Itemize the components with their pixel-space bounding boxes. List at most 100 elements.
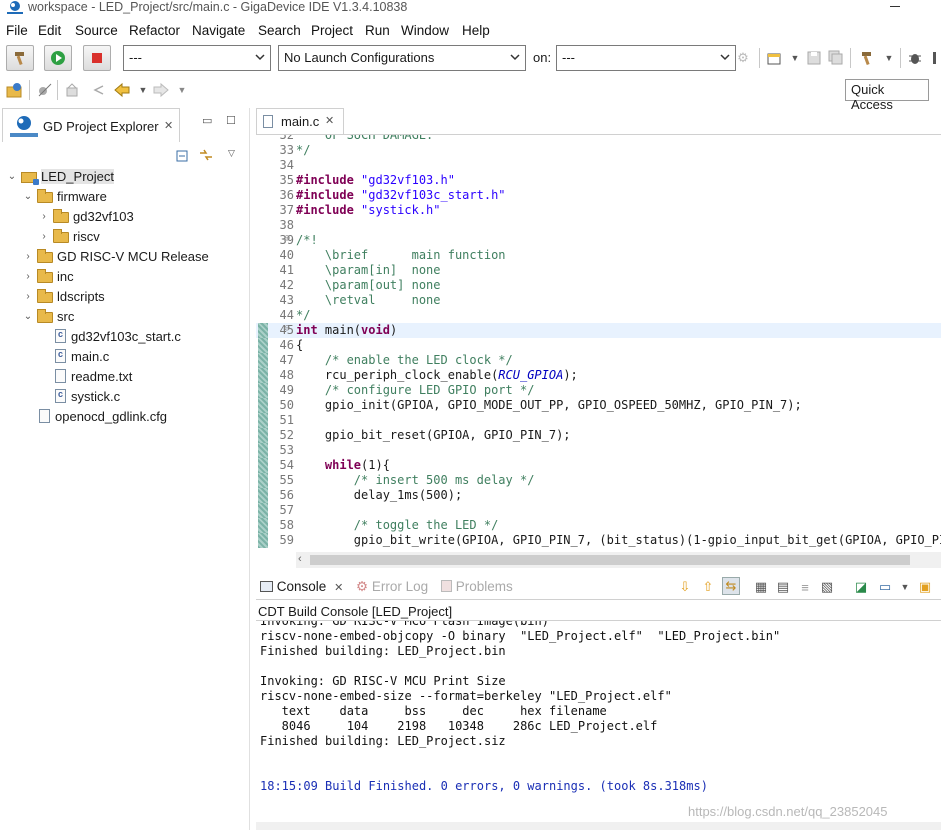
expanded-chevron-icon[interactable]: ⌄ <box>22 311 34 322</box>
expanded-chevron-icon[interactable]: ⌄ <box>22 191 34 202</box>
code-line: 57 <box>256 503 941 518</box>
console-panel: Console ✕ ⚙ Error Log Problems ⇩ ⇧ ⇆ ▦ ▤… <box>256 574 941 830</box>
tree-item-label: ldscripts <box>57 288 105 304</box>
maximize-view-icon[interactable]: ☐ <box>226 114 236 127</box>
dropdown-arrow-icon[interactable]: ▼ <box>173 81 191 99</box>
tree-item-ldscripts[interactable]: › ldscripts <box>22 286 105 306</box>
menu-navigate[interactable]: Navigate <box>192 23 245 38</box>
menu-file[interactable]: File <box>6 23 28 38</box>
collapsed-chevron-icon[interactable]: › <box>22 291 34 302</box>
collapsed-chevron-icon[interactable]: › <box>38 211 50 222</box>
tab-gd-project-explorer[interactable]: GD Project Explorer ✕ <box>2 108 180 142</box>
fold-toggle-icon[interactable]: ⊖ <box>284 323 290 334</box>
tree-item-inc[interactable]: › inc <box>22 266 74 286</box>
menu-source[interactable]: Source <box>75 23 118 38</box>
menu-run[interactable]: Run <box>365 23 390 38</box>
tree-item-label: systick.c <box>71 388 121 404</box>
fold-toggle-icon[interactable]: ⊖ <box>284 233 290 244</box>
expanded-chevron-icon[interactable]: ⌄ <box>6 171 18 182</box>
run-button[interactable] <box>44 45 72 71</box>
code-line: 52 gpio_bit_reset(GPIOA, GPIO_PIN_7); <box>256 428 941 443</box>
folder-icon <box>37 248 53 263</box>
new-console-icon[interactable]: ▣ <box>916 578 934 596</box>
pin-console-icon[interactable]: ▦ <box>752 578 770 596</box>
dropdown-arrow-icon[interactable]: ▼ <box>880 49 898 67</box>
scroll-up-arrow-icon[interactable]: ⇧ <box>699 578 717 596</box>
collapsed-chevron-icon[interactable]: › <box>22 251 34 262</box>
menu-help[interactable]: Help <box>462 23 490 38</box>
last-edit-location-icon[interactable] <box>63 81 81 99</box>
open-perspective-icon[interactable] <box>6 81 24 99</box>
build-button[interactable] <box>6 45 34 71</box>
tree-item-systick-c[interactable]: systick.c <box>50 386 120 406</box>
collapse-all-icon[interactable] <box>176 148 190 165</box>
menu-window[interactable]: Window <box>401 23 449 38</box>
quick-access-field[interactable]: Quick Access <box>845 79 929 112</box>
monitor-icon[interactable]: ▭ <box>876 578 894 596</box>
menu-refactor[interactable]: Refactor <box>129 23 180 38</box>
scrollbar-thumb[interactable] <box>310 555 910 565</box>
gear-icon[interactable]: ⚙ <box>734 49 752 67</box>
tree-item-src[interactable]: ⌄ src <box>22 306 74 326</box>
tab-error-log[interactable]: ⚙ Error Log <box>356 579 428 595</box>
folder-icon <box>37 188 53 203</box>
code-line: 50 gpio_init(GPIOA, GPIO_MODE_OUT_PP, GP… <box>256 398 941 413</box>
skip-breakpoints-icon[interactable] <box>36 81 54 99</box>
console-output[interactable]: Invoking: GD RISC-V MCU Flash Image(bin)… <box>256 620 941 820</box>
link-with-editor-icon[interactable] <box>198 148 214 165</box>
menu-project[interactable]: Project <box>311 23 353 38</box>
tree-item-firmware[interactable]: ⌄ firmware <box>22 186 107 206</box>
new-window-icon[interactable] <box>766 49 784 67</box>
view-menu-chevron-icon[interactable]: ▽ <box>228 148 235 159</box>
tree-item-led-project[interactable]: ⌄ LED_Project <box>6 166 114 186</box>
tree-item-main-c[interactable]: main.c <box>50 346 109 366</box>
dropdown-arrow-icon[interactable]: ▼ <box>134 81 152 99</box>
launch-config-combo[interactable]: No Launch Configurations <box>278 45 526 71</box>
scroll-lock-icon[interactable]: ⇆ <box>722 577 740 595</box>
launch-mode-value: --- <box>129 50 142 65</box>
close-icon[interactable]: ✕ <box>334 582 343 594</box>
tab-problems[interactable]: Problems <box>441 579 513 594</box>
launch-target-combo[interactable]: --- <box>556 45 736 71</box>
open-console-icon[interactable]: ◪ <box>852 578 870 596</box>
tree-item-gd32vf103[interactable]: › gd32vf103 <box>38 206 134 226</box>
back-arrow-icon[interactable] <box>113 81 131 99</box>
scroll-down-arrow-icon[interactable]: ⇩ <box>676 578 694 596</box>
build-hammer-icon[interactable] <box>858 49 876 67</box>
minimize-view-icon[interactable]: ▭ <box>202 114 212 127</box>
tree-item-openocd-gdlink-cfg[interactable]: openocd_gdlink.cfg <box>34 406 167 426</box>
change-marker <box>258 338 268 353</box>
code-area[interactable]: 32 OF SUCH DAMAGE. 33 */ 34 35 #include "g… <box>256 134 941 550</box>
dropdown-arrow-icon[interactable]: ▼ <box>896 578 914 596</box>
minimize-button[interactable] <box>886 0 906 14</box>
view-menu-icon[interactable] <box>926 49 941 67</box>
tree-item-readme-txt[interactable]: readme.txt <box>50 366 132 386</box>
menu-edit[interactable]: Edit <box>38 23 61 38</box>
tree-item-gd32vf103c-start-c[interactable]: gd32vf103c_start.c <box>50 326 181 346</box>
change-marker <box>258 428 268 443</box>
scroll-left-icon[interactable]: ‹ <box>298 553 302 565</box>
collapsed-chevron-icon[interactable]: › <box>22 271 34 282</box>
collapsed-chevron-icon[interactable]: › <box>38 231 50 242</box>
console-horizontal-scrollbar[interactable] <box>256 822 941 830</box>
tab-main-c[interactable]: main.c ✕ <box>256 108 344 134</box>
back-history-icon[interactable] <box>90 81 108 99</box>
menu-search[interactable]: Search <box>258 23 301 38</box>
tree-item-gd-riscv-mcu-release[interactable]: › GD RISC-V MCU Release <box>22 246 209 266</box>
debug-bug-icon[interactable] <box>906 49 924 67</box>
dropdown-arrow-icon[interactable]: ▼ <box>786 49 804 67</box>
stop-button[interactable] <box>83 45 111 71</box>
tab-console[interactable]: Console ✕ <box>260 579 344 594</box>
save-icon[interactable] <box>805 49 823 67</box>
close-icon[interactable]: ✕ <box>164 119 173 132</box>
display-selected-console-icon[interactable]: ▤ <box>774 578 792 596</box>
stop-icon <box>92 53 102 63</box>
close-icon[interactable]: ✕ <box>325 114 334 127</box>
save-all-icon[interactable] <box>827 49 845 67</box>
clear-console-icon[interactable]: ▧ <box>818 578 836 596</box>
launch-mode-combo[interactable]: --- <box>123 45 271 71</box>
word-wrap-icon[interactable]: ≡ <box>796 578 814 596</box>
forward-arrow-icon[interactable] <box>152 81 170 99</box>
tree-item-riscv[interactable]: › riscv <box>38 226 100 246</box>
editor-horizontal-scrollbar[interactable]: ‹ <box>296 552 941 568</box>
